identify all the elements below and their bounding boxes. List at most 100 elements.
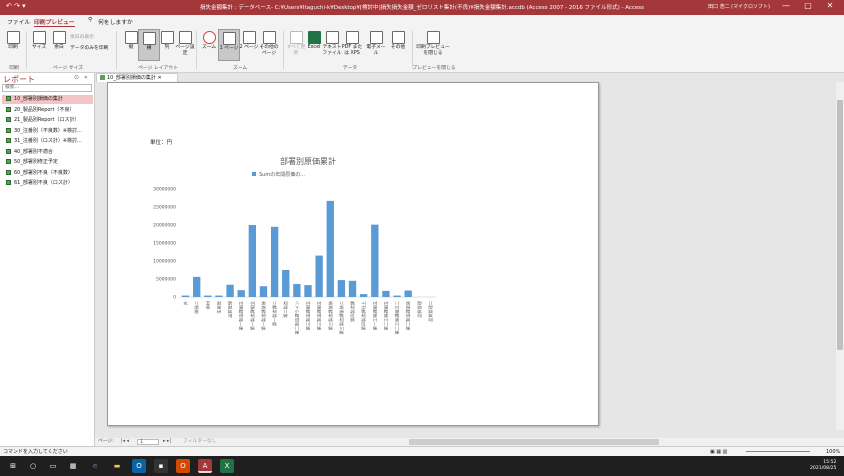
bar: [193, 276, 201, 297]
y-tick-label: 25000000: [153, 205, 176, 211]
document-tab[interactable]: 10_部署別損価の集計 ✕: [96, 73, 178, 82]
group-label-close: プレビューを閉じる: [412, 66, 456, 71]
close-preview-button[interactable]: 印刷プレビューを閉じる: [416, 29, 450, 61]
tell-me-box[interactable]: 何をしますか: [98, 17, 133, 26]
filter-status[interactable]: フィルターなし: [183, 438, 216, 446]
other-pages-button[interactable]: その他のページ: [258, 29, 280, 61]
page-number-input[interactable]: 1: [137, 439, 159, 445]
outlook-icon[interactable]: O: [132, 459, 146, 473]
show-margin-checkbox[interactable]: 余白の表示: [70, 33, 94, 40]
next-page-button[interactable]: ▸ ▸|: [163, 438, 171, 446]
zoom-slider[interactable]: [746, 451, 810, 452]
group-label-page-size: ページ サイズ: [52, 66, 84, 71]
windows-start-icon[interactable]: ⊞: [6, 459, 20, 473]
close-tab-icon[interactable]: ✕: [157, 75, 161, 81]
nav-item[interactable]: 40_部署別不適合: [2, 148, 93, 157]
bar: [326, 200, 334, 297]
export-text-button[interactable]: テキストファイル: [321, 29, 343, 61]
bar: [270, 226, 279, 297]
bar: [382, 290, 390, 297]
x-tick-label: 第三製造課塗装二: [338, 301, 345, 335]
group-label-data: データ: [342, 66, 358, 71]
printer-icon: [6, 31, 20, 44]
two-page-icon: [242, 31, 256, 44]
report-icon: [6, 180, 11, 185]
nav-item[interactable]: 20_製品別Report（不良）: [2, 106, 93, 115]
nav-item[interactable]: 61_部署別不良（ロス計）: [2, 179, 93, 188]
nav-options-icon[interactable]: ⊙: [74, 74, 79, 81]
x-tick-label: 第二工程課組立: [382, 301, 389, 330]
x-tick-label: 資材: [204, 301, 211, 309]
y-tick-label: 30000000: [153, 187, 176, 193]
access-icon[interactable]: A: [198, 459, 212, 473]
edge-icon[interactable]: e: [88, 459, 102, 473]
x-tick-label: 第三製造課組立: [305, 301, 312, 330]
close-window-button[interactable]: ✕: [822, 1, 838, 10]
x-tick-label: 第一製造課二: [271, 301, 278, 326]
group-label-page-layout: ページ レイアウト: [138, 66, 178, 71]
nav-item[interactable]: 10_部署別損価の集計: [2, 95, 93, 104]
search-icon[interactable]: ○: [26, 459, 40, 473]
x-tick-label: 第一製造課組立: [238, 301, 245, 330]
nav-item[interactable]: 21_製品別Report（ロス計）: [2, 116, 93, 125]
nav-item[interactable]: 30_注番別（不良数）※検討...: [2, 127, 93, 136]
portrait-icon: [124, 31, 138, 44]
app-icon[interactable]: ▪: [154, 459, 168, 473]
print-data-only-checkbox[interactable]: データのみを印刷: [70, 44, 108, 51]
x-tick-label: 第二製造: [282, 300, 289, 318]
minimize-button[interactable]: —: [778, 1, 794, 10]
maximize-button[interactable]: ▢: [800, 1, 816, 10]
separator: [26, 31, 27, 69]
report-icon: [6, 127, 11, 133]
legend-entry: Sumの年間原価の...: [259, 171, 305, 178]
one-page-button[interactable]: 1 ページ: [218, 29, 240, 61]
task-view-icon[interactable]: ▭: [46, 459, 60, 473]
first-page-button[interactable]: |◂ ◂: [121, 438, 129, 446]
nav-item[interactable]: 60_部署別不良（不良数）: [2, 169, 93, 178]
excel-icon[interactable]: X: [220, 459, 234, 473]
office-icon[interactable]: O: [176, 459, 190, 473]
separator: [196, 31, 197, 69]
two-page-button[interactable]: 2 ページ: [238, 29, 260, 61]
tab-file[interactable]: ファイル: [7, 17, 30, 26]
record-navigation: ページ: |◂ ◂ 1 ▸ ▸| フィルターなし: [95, 438, 844, 446]
page-setup-button[interactable]: ページ設定: [174, 29, 196, 61]
user-name[interactable]: 田口 浩二 (マイクロソフト): [708, 3, 770, 10]
y-tick-label: 5000000: [156, 277, 176, 283]
nav-item[interactable]: 50_部署別修正予定: [2, 158, 93, 167]
columns-icon: [160, 31, 174, 44]
x-tick-label: 外: [182, 300, 189, 305]
more-button[interactable]: その他: [387, 29, 409, 61]
tab-print-preview[interactable]: 印刷プレビュー: [34, 17, 75, 27]
nav-collapse-icon[interactable]: «: [84, 74, 88, 81]
email-button[interactable]: 電子メール: [365, 29, 387, 61]
search-icon[interactable]: ⚲: [88, 17, 92, 23]
close-x-icon: [426, 31, 440, 44]
x-tick-label: 品質管理: [416, 300, 423, 318]
y-tick-label: 15000000: [153, 241, 176, 247]
zoom-button[interactable]: ズーム: [198, 29, 220, 61]
x-tick-label: 第四製造課: [349, 300, 356, 322]
paper-size-icon: [32, 31, 46, 44]
export-pdf-button[interactable]: PDF または XPS: [341, 29, 363, 61]
app-icon[interactable]: ▦: [66, 459, 80, 473]
scroll-thumb[interactable]: [837, 100, 843, 350]
size-button[interactable]: サイズ: [28, 29, 50, 61]
y-tick-label: 10000000: [153, 259, 176, 265]
ribbon-tabs: ファイル 印刷プレビュー ⚲ 何をしますか: [0, 15, 844, 27]
bar: [215, 295, 223, 297]
page-label: ページ:: [98, 439, 114, 444]
page-setup-icon: [178, 31, 192, 44]
explorer-icon[interactable]: ▬: [110, 459, 124, 473]
nav-search-input[interactable]: 検索...: [2, 84, 92, 92]
nav-item[interactable]: 31_注番別（ロス計）※検討...: [2, 137, 93, 146]
x-tick-label: 第一製造課組立: [249, 301, 256, 330]
margin-button[interactable]: 余白: [48, 29, 70, 61]
vertical-scrollbar[interactable]: [836, 82, 844, 430]
y-tick-label: 0: [173, 295, 176, 301]
status-bar: コマンドを入力してください ▣ ▦ ▥ 100%: [0, 446, 844, 456]
horizontal-scrollbar[interactable]: [409, 439, 659, 445]
print-button[interactable]: 印刷: [2, 29, 24, 61]
bar: [359, 294, 368, 297]
margin-icon: [52, 31, 66, 44]
